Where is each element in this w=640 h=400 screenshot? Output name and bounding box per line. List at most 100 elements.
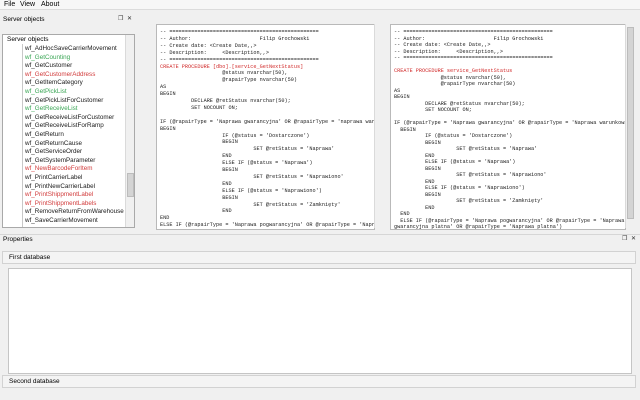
code-line: END [394,204,435,211]
tree-item[interactable]: wf_GetCustomer [25,62,72,69]
code-line: @status nvarchar(50), [394,74,507,81]
float-icon[interactable]: ❐ [622,235,627,242]
tree-item[interactable]: wf_GetCounting [25,54,70,61]
tree-item[interactable]: wf_SaveCarrierMovement [25,217,98,224]
tree-item[interactable]: wf_RemoveReturnFromWarehouse [25,208,124,215]
first-database-label: First database [9,254,51,261]
code-line: DECLARE @retStatus nvarchar(50); [394,100,525,107]
code-line: @rapairType nvarchar(50) [160,77,297,84]
code-line: END [160,180,232,187]
properties-content[interactable] [8,268,632,374]
server-objects-tree[interactable]: Server objects wf_AdHocSaveCarrierMoveme… [2,34,135,228]
code-line: CREATE PROCEDURE [dbo].[service_GetNextS… [160,63,304,70]
code-line: SET @retStatus = 'Naprawiono' [394,172,547,178]
code-line: BEGIN [160,91,176,98]
code-line: SET @retStatus = 'Naprawa' [394,146,538,152]
properties-title: Properties [3,236,33,243]
code-line: BEGIN [394,165,441,172]
editor-left-scrollbar[interactable] [374,24,381,228]
code-line: BEGIN [394,139,441,146]
code-line: END [160,153,232,160]
code-line: ELSE IF (@status = 'Naprawiono') [394,185,525,191]
code-line: gwarancyjna platna' OR @rapairType = 'Na… [394,224,563,230]
tree-guide-line [22,44,23,227]
code-line: IF (@status = 'Dostarczone') [394,133,513,139]
second-database-field[interactable]: Second database [2,375,636,388]
close-icon[interactable]: ✕ [631,235,636,242]
code-line: AS [394,87,401,94]
code-line: ELSE IF (@status = 'Naprawiono') [160,187,322,194]
code-line: -- =====================================… [160,56,319,63]
menu-about[interactable]: About [41,1,59,8]
code-line: SET @retStatus = 'Naprawa' [160,146,335,153]
code-line: DECLARE @retStatus nvarchar(50); [160,98,291,104]
code-line: -- Author: Filip Grochowski [394,35,544,42]
code-line: BEGIN [160,194,238,201]
code-line: SET @retStatus = 'Zamknięty' [394,198,544,204]
code-line: @status nvarchar(50), [160,70,288,77]
code-line: BEGIN [160,167,238,173]
menu-file[interactable]: File [4,1,15,8]
code-line: BEGIN [394,191,441,198]
code-line: END [394,152,435,159]
code-line: -- Create date: <Create Date,,> [160,42,257,49]
tree-item[interactable]: wf_GetPickListForCustomer [25,97,103,104]
code-line: ELSE IF (@rapairType = 'Naprawa pogwaran… [160,222,375,229]
tree-scroll-thumb[interactable] [127,173,134,197]
code-line: SET NOCOUNT ON; [160,104,238,111]
code-line: SET @retStatus = 'Naprawiono' [160,173,344,180]
code-line: -- =====================================… [394,29,553,35]
tree-item[interactable]: wf_GetCustomerAddress [25,71,95,78]
code-line: BEGIN [160,125,176,132]
tree-item[interactable]: wf_GetReturn [25,131,64,138]
tree-item[interactable]: wf_GetSystemParameter [25,157,95,164]
tree-item[interactable]: wf_PrintShippmentLabels [25,200,96,207]
second-database-label: Second database [9,378,60,385]
server-objects-title: Server objects [3,16,45,23]
first-database-field[interactable]: First database [2,251,636,264]
code-line: END [394,178,435,185]
code-line: AS [160,84,167,91]
code-line: -- Description: <Description,,> [394,48,503,55]
code-line: ELSE IF (@status = 'Naprawa') [394,159,516,165]
code-line: ELSE IF (@rapairType = 'Naprawa pogwaran… [394,217,625,224]
float-icon[interactable]: ❐ [118,15,123,22]
code-line: IF (@rapairType = 'Naprawa gwarancyjna' … [160,118,374,125]
tree-item[interactable]: wf_NewBarcodeForItem [25,165,93,172]
code-line: END [160,215,170,222]
tree-item[interactable]: wf_GetItemCategory [25,79,83,86]
code-line: -- Description: <Description,,> [160,49,269,56]
code-line: -- Author: Filip Grochowski [160,35,310,42]
tree-item[interactable]: wf_GetReceiveListForCustomer [25,114,114,121]
tree-item[interactable]: wf_GetReturnCause [25,140,82,147]
code-line: SET NOCOUNT ON; [394,107,472,113]
editor-right-scroll-thumb[interactable] [627,27,634,219]
code-line: -- =====================================… [394,55,553,61]
code-line: @rapairType nvarchar(50) [394,81,516,87]
editor-right-scrollbar[interactable] [625,24,634,228]
menu-bar: File View About [0,0,640,10]
close-icon[interactable]: ✕ [127,15,132,22]
code-line: -- Create date: <Create Date,,> [394,42,491,48]
tree-item[interactable]: wf_PrintNewCarrierLabel [25,183,95,190]
code-line: IF (@status = 'Dostarczone') [160,132,310,139]
tree-item[interactable]: wf_PrintShippmentLabel [25,191,93,198]
tree-item[interactable]: wf_GetReceiveList [25,105,78,112]
properties-header: Properties ❐ ✕ [0,234,640,245]
tree-item[interactable]: wf_GetPickList [25,88,67,95]
tree-item[interactable]: wf_GetReceiveListForRamp [25,122,104,129]
editor-left[interactable]: -- =====================================… [156,24,375,230]
code-line: END [394,211,410,217]
tree-scrollbar[interactable] [125,35,134,227]
server-objects-header: Server objects ❐ ✕ [0,15,136,25]
editor-right[interactable]: -- =====================================… [390,24,626,230]
code-line: IF (@rapairType = 'Naprawa gwarancyjna' … [394,120,626,126]
code-line: BEGIN [394,94,410,100]
code-line: SET @retStatus = 'Zamknięty' [160,201,341,208]
tree-item[interactable]: wf_AdHocSaveCarrierMovement [25,45,117,52]
menu-view[interactable]: View [20,1,35,8]
code-line: ELSE IF (@status = 'Naprawa') [160,160,313,167]
tree-item[interactable]: wf_PrintCarrierLabel [25,174,82,181]
tree-item[interactable]: wf_GetServiceOrder [25,148,82,155]
tree-root[interactable]: Server objects [7,36,49,43]
